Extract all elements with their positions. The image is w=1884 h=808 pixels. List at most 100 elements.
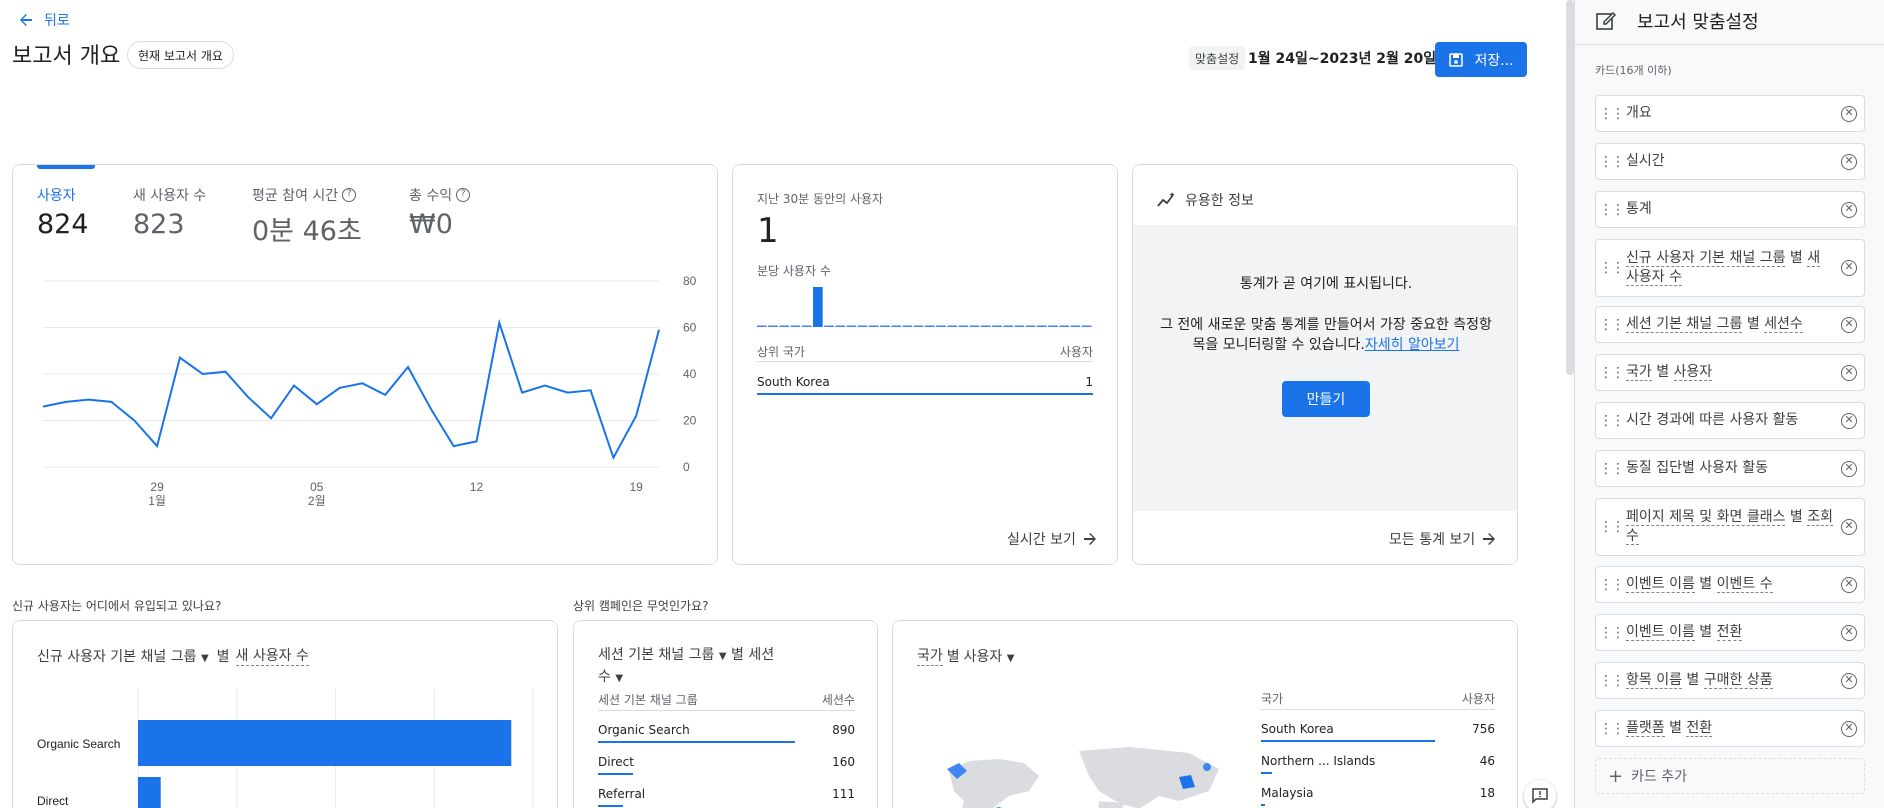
panel-card-item[interactable]: ⋮⋮ 실시간 ✕: [1595, 143, 1865, 180]
bar-category-label: Organic Search: [37, 737, 120, 751]
minute-bar: [992, 325, 1002, 327]
customize-chip[interactable]: 맞춤설정: [1189, 46, 1246, 70]
view-all-insights-link[interactable]: 모든 통계 보기: [1389, 529, 1497, 549]
panel-card-item[interactable]: ⋮⋮ 통계 ✕: [1595, 191, 1865, 228]
table-row: Organic Search 890: [598, 723, 855, 737]
main-scrollbar[interactable]: [1566, 0, 1574, 375]
metric-dropdown[interactable]: 사용자 ▼: [964, 646, 1015, 666]
remove-card-icon[interactable]: ✕: [1841, 105, 1857, 122]
panel-card-item[interactable]: ⋮⋮ 이벤트 이름 별 이벤트 수 ✕: [1595, 566, 1865, 603]
metric-selector[interactable]: 새 사용자 수: [235, 645, 309, 666]
panel-card-item[interactable]: ⋮⋮ 국가 별 사용자 ✕: [1595, 354, 1865, 391]
back-link[interactable]: 뒤로: [18, 10, 70, 30]
minute-bar: [958, 325, 969, 327]
save-icon: [1449, 52, 1464, 67]
drag-handle-icon[interactable]: ⋮⋮: [1596, 317, 1626, 333]
drag-handle-icon[interactable]: ⋮⋮: [1596, 202, 1626, 218]
minute-bar: [1037, 325, 1047, 327]
drag-handle-icon[interactable]: ⋮⋮: [1596, 154, 1626, 170]
drag-handle-icon[interactable]: ⋮⋮: [1596, 519, 1626, 535]
insights-text: 그 전에 새로운 맞춤 통계를 만들어서 가장 중요한 측정항목을 모니터링할 …: [1159, 315, 1493, 355]
panel-card-item[interactable]: ⋮⋮ 동질 집단별 사용자 활동 ✕: [1595, 450, 1865, 487]
save-label: 저장...: [1474, 52, 1514, 69]
panel-card-item[interactable]: ⋮⋮ 항목 이름 별 구매한 상품 ✕: [1595, 662, 1865, 699]
card-label: 국가 별 사용자: [1626, 364, 1713, 381]
realtime-card: 지난 30분 동안의 사용자 1 분당 사용자 수 상위 국가 사용자 Sout…: [732, 164, 1118, 565]
x-tick-label: 05: [310, 480, 324, 494]
cards-count-label: 카드(16개 이하): [1595, 64, 1672, 77]
acq-card-title: 신규 사용자 기본 채널 그룹 ▼ 별 새 사용자 수: [37, 645, 309, 666]
remove-card-icon[interactable]: ✕: [1841, 153, 1857, 170]
drag-handle-icon[interactable]: ⋮⋮: [1596, 625, 1626, 641]
dimension-selector[interactable]: 국가: [917, 645, 943, 666]
panel-card-item[interactable]: ⋮⋮ 플랫폼 별 전환 ✕: [1595, 710, 1865, 747]
table-row: Malaysia 18: [1261, 786, 1495, 800]
table-row: Direct 160: [598, 755, 855, 769]
minute-bar: [869, 325, 879, 327]
remove-card-icon[interactable]: ✕: [1841, 412, 1857, 429]
insights-card: 유용한 정보 통계가 곧 여기에 표시됩니다. 그 전에 새로운 맞춤 통계를 …: [1132, 164, 1518, 565]
learn-more-link[interactable]: 자세히 알아보기: [1365, 337, 1460, 353]
minute-bar: [1014, 325, 1025, 327]
card-label: 신규 사용자 기본 채널 그룹 별 새 사용자 수: [1626, 250, 1821, 286]
panel-card-item[interactable]: ⋮⋮ 이벤트 이름 별 전환 ✕: [1595, 614, 1865, 651]
remove-card-icon[interactable]: ✕: [1841, 624, 1857, 641]
col-users: 사용자: [1059, 345, 1093, 359]
edit-report-icon: [1596, 11, 1617, 30]
drag-handle-icon[interactable]: ⋮⋮: [1596, 577, 1626, 593]
minute-bar: [801, 325, 812, 327]
remove-card-icon[interactable]: ✕: [1841, 260, 1857, 276]
panel-card-item[interactable]: ⋮⋮ 시간 경과에 따른 사용자 활동 ✕: [1595, 402, 1865, 439]
remove-card-icon[interactable]: ✕: [1841, 316, 1857, 333]
panel-card-item[interactable]: ⋮⋮ 페이지 제목 및 화면 클래스 별 조회수 ✕: [1595, 498, 1865, 556]
drag-handle-icon[interactable]: ⋮⋮: [1596, 413, 1626, 429]
date-range[interactable]: 1월 24일~2023년 2월 20일: [1248, 48, 1436, 68]
remove-card-icon[interactable]: ✕: [1841, 672, 1857, 689]
chevron-down-icon: ▼: [718, 651, 727, 662]
create-button[interactable]: 만들기: [1282, 381, 1370, 417]
minute-bar: [936, 325, 946, 327]
drag-handle-icon[interactable]: ⋮⋮: [1596, 461, 1626, 477]
report-main: 뒤로 보고서 개요 현재 보고서 개요 맞춤설정 1월 24일~2023년 2월…: [0, 0, 1570, 808]
drag-handle-icon[interactable]: ⋮⋮: [1596, 673, 1626, 689]
save-button[interactable]: 저장...: [1435, 42, 1527, 77]
insights-icon: [1157, 192, 1175, 207]
table-row: Referral 111: [598, 787, 855, 801]
dimension-dropdown[interactable]: 세션 기본 채널 그룹 ▼: [598, 647, 727, 663]
view-realtime-link[interactable]: 실시간 보기: [1007, 529, 1098, 549]
remove-card-icon[interactable]: ✕: [1841, 720, 1857, 737]
panel-card-item[interactable]: ⋮⋮ 개요 ✕: [1595, 95, 1865, 132]
drag-handle-icon[interactable]: ⋮⋮: [1596, 365, 1626, 381]
arrow-forward-icon: [1483, 533, 1496, 545]
row-value: 46: [1479, 754, 1495, 768]
by-label: 별: [946, 648, 960, 665]
title-chip[interactable]: 현재 보고서 개요: [127, 41, 234, 69]
remove-card-icon[interactable]: ✕: [1841, 364, 1857, 381]
minute-bar: [846, 325, 857, 327]
dimension-label: 세션 기본 채널 그룹: [598, 647, 715, 663]
drag-handle-icon[interactable]: ⋮⋮: [1596, 260, 1626, 276]
chevron-down-icon: ▼: [200, 652, 209, 664]
row-value: 160: [832, 755, 855, 769]
session-card: 세션 기본 채널 그룹 ▼ 별 세션수 ▼ 세션 기본 채널 그룹 세션수 Or…: [573, 620, 878, 808]
remove-card-icon[interactable]: ✕: [1841, 460, 1857, 477]
realtime-table-header: 상위 국가 사용자: [757, 343, 1093, 360]
panel-header: 보고서 맞춤설정: [1595, 8, 1759, 34]
row-label: Referral: [598, 787, 646, 801]
card-label: 실시간: [1626, 153, 1665, 169]
drag-handle-icon[interactable]: ⋮⋮: [1596, 721, 1626, 737]
drag-handle-icon[interactable]: ⋮⋮: [1596, 106, 1626, 122]
remove-card-icon[interactable]: ✕: [1841, 519, 1857, 535]
feedback-button[interactable]: [1524, 780, 1556, 808]
add-card-button[interactable]: + 카드 추가: [1595, 758, 1865, 794]
remove-card-icon[interactable]: ✕: [1841, 576, 1857, 593]
row-label: Direct: [598, 755, 634, 769]
y-tick-label: 0: [683, 460, 690, 474]
panel-card-item[interactable]: ⋮⋮ 신규 사용자 기본 채널 그룹 별 새 사용자 수 ✕: [1595, 239, 1865, 297]
panel-card-item[interactable]: ⋮⋮ 세션 기본 채널 그룹 별 세션수 ✕: [1595, 306, 1865, 343]
minute-bar: [880, 325, 890, 327]
row-bar: [598, 805, 623, 807]
dimension-dropdown[interactable]: 신규 사용자 기본 채널 그룹 ▼: [37, 646, 209, 666]
row-value: 890: [832, 723, 855, 737]
remove-card-icon[interactable]: ✕: [1841, 201, 1857, 218]
